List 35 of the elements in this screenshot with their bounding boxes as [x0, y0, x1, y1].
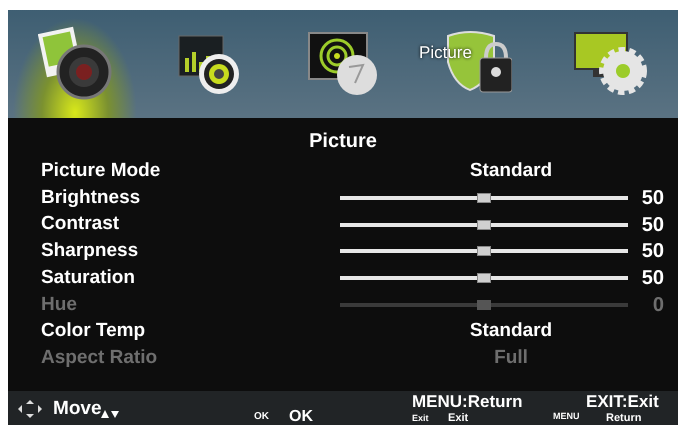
setting-label[interactable]: Sharpness [41, 237, 301, 266]
slider-thumb[interactable] [477, 193, 491, 204]
setting-label[interactable]: Saturation [41, 264, 301, 292]
slider-track[interactable] [340, 302, 628, 307]
slider-thumb[interactable] [477, 246, 491, 256]
value-reading: 50 [640, 266, 664, 292]
exit-key-label: Exit [412, 414, 429, 423]
value-reading: 50 [640, 239, 664, 264]
setting-label[interactable]: Brightness [41, 184, 301, 212]
setting-label[interactable]: Picture Mode [41, 157, 301, 186]
setting-label[interactable]: Contrast [41, 210, 301, 239]
slider-track[interactable] [340, 249, 628, 254]
slider-track[interactable] [340, 196, 628, 200]
exit-exit-hint: EXIT:Exit [586, 393, 659, 410]
direction-pad-icon [18, 400, 42, 418]
value-reading: 50 [640, 212, 664, 238]
menu-return-hint: MENU:Return [412, 393, 522, 410]
exit-hint: Exit [448, 413, 468, 424]
slider-thumb[interactable] [477, 220, 491, 230]
slider-track[interactable] [340, 222, 628, 227]
value-reading: 0 [652, 292, 664, 318]
menu-title: Picture [309, 129, 377, 154]
option-value[interactable]: Standard [431, 317, 591, 346]
up-down-icon [101, 410, 119, 418]
ok-hint: OK [289, 407, 313, 425]
ok-key-label: OK [254, 410, 269, 424]
setting-label[interactable]: Color Temp [41, 317, 301, 346]
slider-thumb[interactable] [477, 273, 491, 284]
slider-track[interactable] [340, 276, 628, 280]
return-hint: Return [606, 413, 642, 424]
monitor-gear-icon [573, 31, 649, 97]
move-hint: Move [53, 397, 102, 421]
option-value[interactable]: Standard [431, 157, 591, 186]
menu-key-label: MENU [553, 412, 580, 421]
value-reading: 50 [640, 186, 664, 212]
